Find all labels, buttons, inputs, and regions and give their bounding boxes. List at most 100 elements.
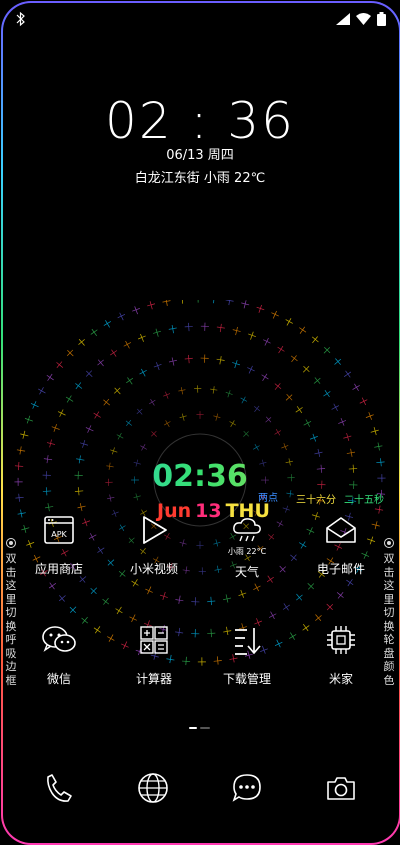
dial-ring-mark: 十: [367, 425, 381, 437]
dial-ring-mark: 十: [200, 353, 209, 365]
dial-ring-mark: 十: [174, 593, 185, 606]
dial-ring-mark: 十: [281, 390, 296, 405]
dial-ring-mark: 十: [342, 575, 357, 589]
mail-icon: [321, 510, 361, 550]
dial-ring-mark: 十: [66, 602, 81, 617]
dial-ring-mark: 十: [128, 575, 142, 590]
dial-ring-mark: 十: [90, 408, 105, 422]
camera-icon[interactable]: [321, 768, 361, 808]
apk-store-icon: APK: [39, 510, 79, 550]
dial-ring-mark: 十: [45, 578, 60, 592]
dial-ring-mark: 十: [300, 417, 315, 431]
toggle-dial-color[interactable]: 双击这里切换轮盘颜色: [382, 538, 396, 687]
dial-ring-mark: 十: [15, 445, 28, 456]
dial-ring-mark: 十: [344, 447, 357, 458]
app-label: 微信: [46, 672, 71, 686]
dial-ring-mark: 十: [282, 315, 296, 330]
dial-ring-mark: 十: [137, 366, 151, 381]
dial-ring-mark: 十: [309, 374, 324, 389]
status-bar: [14, 10, 386, 30]
dial-digital-time: 02:36: [0, 459, 400, 494]
weather-cloud-rain-icon: [227, 510, 267, 550]
dial-ring-mark: 十: [184, 353, 194, 366]
dial-ring-mark: 十: [206, 594, 216, 607]
dial-ring-mark: 十: [227, 417, 239, 430]
app-calculator[interactable]: 计算器: [109, 620, 199, 687]
wifi-icon: [356, 13, 371, 25]
dial-ring-mark: 十: [230, 357, 242, 371]
dial-ring-mark: 十: [348, 381, 363, 395]
page-dot-active: [189, 727, 197, 729]
dial-ring-mark: 十: [270, 379, 285, 394]
dial-ring-mark: 十: [49, 422, 63, 435]
dial-ring-mark: 十: [362, 410, 376, 423]
dial-ring-mark: 十: [209, 384, 218, 395]
dial-ring-mark: 十: [162, 417, 174, 430]
dial-ring-mark: 十: [63, 346, 78, 361]
dial-ring-mark: 十: [212, 411, 222, 423]
battery-icon: [377, 12, 386, 26]
app-label: 电子邮件: [316, 562, 365, 576]
app-store[interactable]: APK 应用商店: [14, 510, 104, 577]
dial-ring-mark: 十: [274, 342, 288, 357]
dial-ring-mark: 十: [115, 309, 128, 324]
dial-ring-mark: 十: [18, 429, 32, 441]
dial-ring-mark: 十: [254, 302, 266, 316]
dial-ring-mark: 十: [262, 414, 275, 427]
apk-label: APK: [51, 530, 67, 539]
weather-small-text: 小雨 22°C: [227, 547, 267, 556]
second-label: 二十五秒: [344, 495, 384, 506]
dial-ring-mark: 十: [178, 411, 188, 423]
dial-ring-mark: 十: [191, 595, 200, 607]
dial-ring-mark: 十: [332, 588, 347, 603]
app-mi-video[interactable]: 小米视频: [109, 510, 199, 577]
dial-ring-mark: 十: [35, 384, 50, 398]
dial-ring-mark: 十: [250, 580, 264, 595]
app-mijia[interactable]: 米家: [296, 620, 386, 687]
dial-ring-mark: 十: [44, 438, 58, 450]
dial-ring-mark: 十: [158, 589, 170, 603]
dial-ring-mark: 十: [308, 333, 323, 348]
dial-ring-mark: 十: [257, 370, 271, 385]
page-indicator: [189, 727, 210, 729]
dial-ring-mark: 十: [221, 591, 232, 605]
location-weather: 白龙江东街 小雨 22℃: [134, 171, 266, 186]
dial-ring-mark: 十: [122, 417, 135, 429]
browser-globe-icon[interactable]: [133, 768, 173, 808]
dial-ring-mark: 十: [177, 385, 187, 396]
dial-ring-mark: 十: [112, 603, 126, 618]
app-download-manager[interactable]: 下载管理: [202, 620, 292, 687]
dial-ring-mark: 十: [55, 591, 70, 606]
wechat-icon: [39, 620, 79, 660]
lockscreen-date: 06/13 周四: [166, 148, 234, 163]
dial-ring-mark: 十: [147, 396, 159, 409]
dial-ring-mark: 十: [250, 442, 263, 454]
app-weather[interactable]: 小雨 22°C 天气: [202, 510, 292, 580]
dial-ring-mark: 十: [279, 441, 291, 452]
dial-ring-mark: 十: [371, 441, 384, 452]
dial-ring-mark: 十: [130, 303, 143, 317]
dial-ring-mark: 十: [87, 583, 102, 598]
dial-ring-mark: 十: [167, 323, 178, 336]
dial-ring-mark: 十: [87, 325, 101, 340]
download-icon: [227, 620, 267, 660]
dial-ring-mark: 十: [306, 432, 320, 445]
dial-ring-mark: 十: [184, 321, 194, 334]
app-wechat[interactable]: 微信: [14, 620, 104, 687]
dial-ring-mark: 十: [271, 427, 284, 439]
dial-ring-mark: 十: [240, 428, 253, 441]
dial-ring-mark: 十: [110, 384, 125, 399]
phone-icon[interactable]: [39, 768, 79, 808]
minute-label: 三十六分: [296, 495, 336, 506]
dial-ring-mark: 十: [161, 300, 172, 309]
toggle-breathing-border[interactable]: 双击这里切换呼吸边框: [4, 538, 18, 687]
dial-ring-mark: 十: [151, 326, 163, 340]
app-label: 下载管理: [222, 672, 271, 686]
app-email[interactable]: 电子邮件: [296, 510, 386, 577]
dial-ring-mark: 十: [356, 395, 371, 408]
dial-ring-mark: 十: [114, 431, 127, 443]
dial-ring-mark: 十: [94, 356, 109, 371]
dial-ring-mark: 十: [260, 335, 273, 350]
message-bubble-icon[interactable]: [227, 768, 267, 808]
dial-ring-mark: 十: [167, 355, 178, 369]
